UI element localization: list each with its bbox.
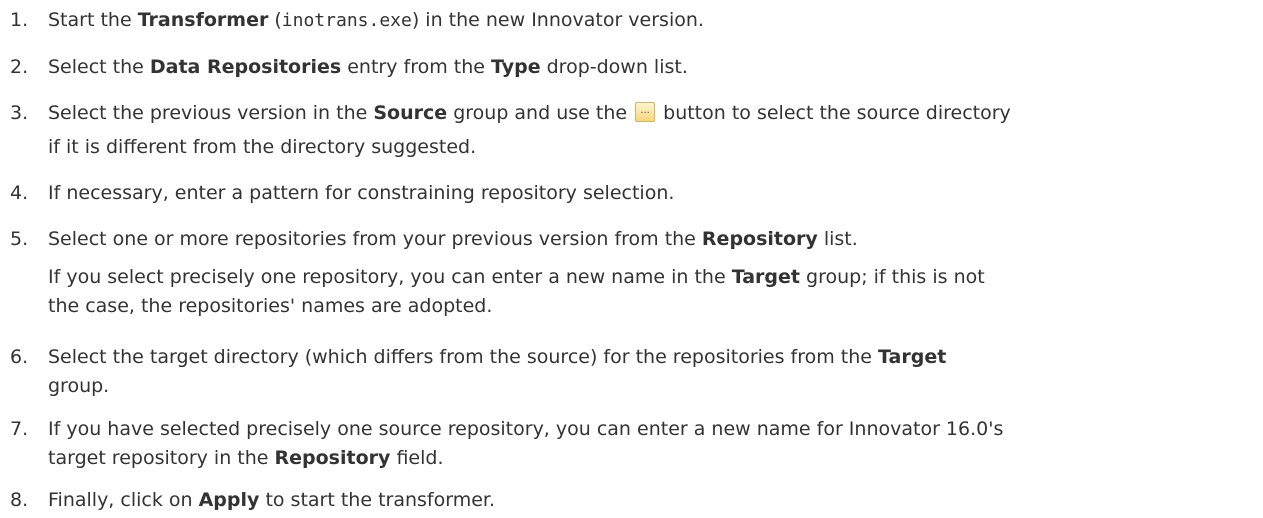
step-note: If you select precisely one repository, … (48, 266, 985, 288)
step-text-line2: target repository in the Repository fiel… (48, 447, 444, 469)
step-text: Start the Transformer (inotrans.exe) in … (48, 9, 704, 31)
step-number: 7. (10, 418, 29, 440)
ui-term-repository-field: Repository (274, 447, 391, 469)
step-text: Finally, click on Apply to start the tra… (48, 489, 496, 511)
step-number: 5. (10, 228, 29, 250)
step-text: Select the previous version in the Sourc… (48, 99, 1011, 127)
ui-term-target: Target (731, 266, 800, 288)
ui-term-transformer: Transformer (137, 9, 269, 31)
ui-term-apply: Apply (198, 489, 260, 511)
step-6: 6. Select the target directory (which di… (0, 343, 946, 400)
step-number: 6. (10, 346, 29, 368)
step-text-line2: group. (48, 375, 110, 397)
step-note-line2: the case, the repositories' names are ad… (48, 295, 493, 317)
ui-term-source: Source (373, 102, 448, 124)
ui-term-target: Target (878, 346, 947, 368)
ui-term-repository: Repository (701, 228, 818, 250)
step-4: 4. If necessary, enter a pattern for con… (0, 179, 674, 207)
step-1: 1. Start the Transformer (inotrans.exe) … (0, 6, 704, 35)
step-number: 3. (10, 102, 29, 124)
step-text: Select the target directory (which diffe… (48, 346, 947, 368)
step-text: Select the Data Repositories entry from … (48, 56, 688, 78)
step-2: 2. Select the Data Repositories entry fr… (0, 53, 688, 81)
step-3: 3. Select the previous version in the So… (0, 99, 1011, 161)
step-number: 1. (10, 9, 29, 31)
step-text: If you have selected precisely one sourc… (48, 418, 1004, 440)
step-number: 2. (10, 56, 29, 78)
ui-term-type: Type (491, 56, 541, 78)
ui-term-data-repositories: Data Repositories (149, 56, 342, 78)
ellipsis-browse-icon (635, 102, 656, 122)
step-text-line2: if it is different from the directory su… (48, 136, 477, 158)
step-7: 7. If you have selected precisely one so… (0, 415, 1003, 472)
step-number: 4. (10, 182, 29, 204)
step-5: 5. Select one or more repositories from … (0, 225, 985, 320)
step-number: 8. (10, 489, 29, 511)
step-text: Select one or more repositories from you… (48, 228, 858, 250)
step-text: If necessary, enter a pattern for constr… (48, 182, 675, 204)
code-filename: inotrans.exe (281, 10, 412, 31)
step-8: 8. Finally, click on Apply to start the … (0, 486, 495, 514)
